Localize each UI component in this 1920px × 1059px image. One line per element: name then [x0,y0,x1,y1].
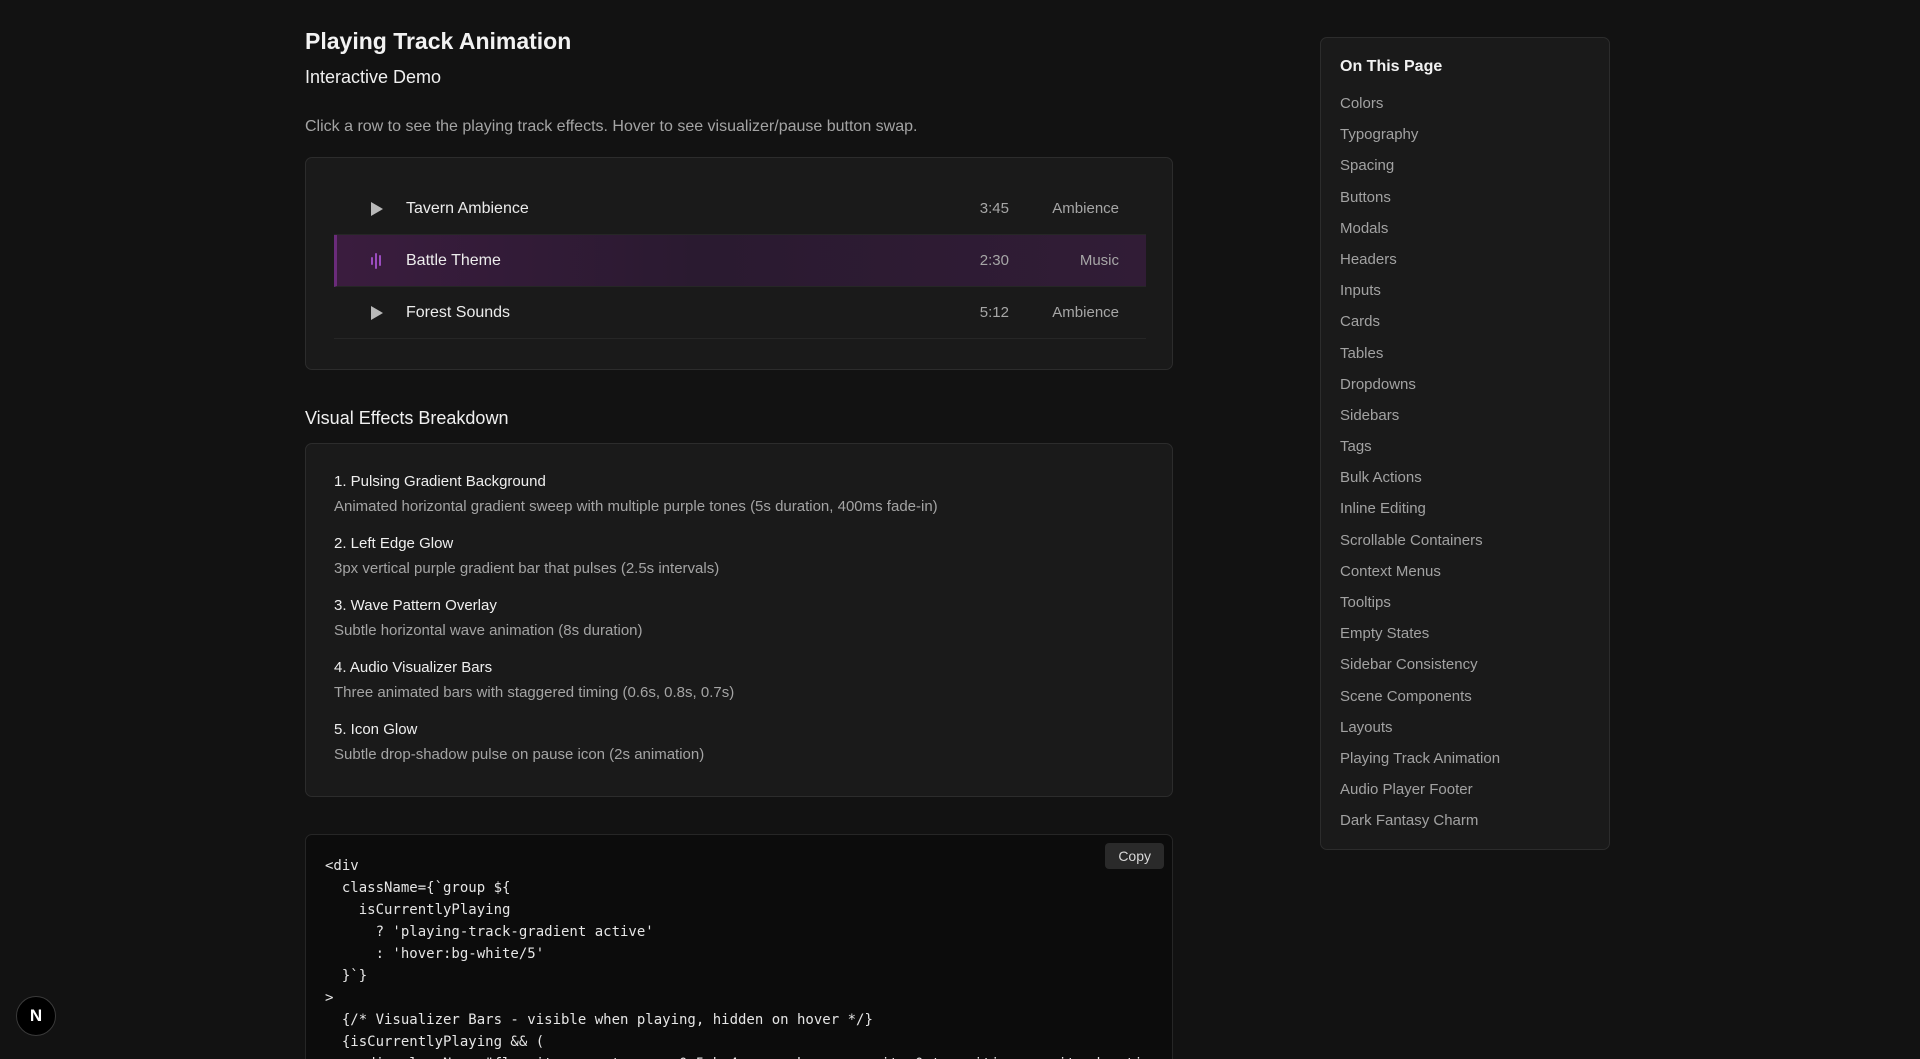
toc-item[interactable]: Sidebar Consistency [1340,656,1500,687]
effect-description: Subtle horizontal wave animation (8s dur… [334,622,643,639]
toc-item[interactable]: Scene Components [1340,688,1500,719]
effect-title: 5. Icon Glow [334,721,418,738]
effect-description: 3px vertical purple gradient bar that pu… [334,560,720,577]
demo-description: Click a row to see the playing track eff… [305,118,918,135]
effect-item: 5. Icon Glow Subtle drop-shadow pulse on… [334,721,704,763]
effect-title: 3. Wave Pattern Overlay [334,597,497,614]
toc-item[interactable]: Context Menus [1340,563,1500,594]
toc-item[interactable]: Headers [1340,251,1500,282]
effect-title: 2. Left Edge Glow [334,535,454,552]
effects-heading: Visual Effects Breakdown [305,408,509,428]
demo-heading: Interactive Demo [305,67,442,87]
toc-item[interactable]: Spacing [1340,157,1500,188]
page-title: Playing Track Animation [305,28,572,54]
effects-card: 1. Pulsing Gradient Background Animated … [305,443,1173,797]
track-row[interactable]: Tavern Ambience 3:45 Ambience [334,183,1146,235]
toc-title: On This Page [1340,58,1443,75]
toc-item[interactable]: Dropdowns [1340,376,1500,407]
toc-item[interactable]: Tables [1340,345,1500,376]
copy-button[interactable]: Copy [1105,843,1164,869]
toc-item[interactable]: Inline Editing [1340,500,1500,531]
play-icon[interactable] [368,201,384,217]
toc-item[interactable]: Scrollable Containers [1340,532,1500,563]
track-duration: 5:12 [979,304,1009,321]
track-genre: Ambience [1052,304,1119,321]
toc-item[interactable]: Playing Track Animation [1340,750,1500,781]
toc-list: Colors Typography Spacing Buttons Modals Head… [1340,95,1500,844]
effect-description: Three animated bars with staggered timin… [334,684,735,701]
toc-item[interactable]: Bulk Actions [1340,469,1500,500]
track-title: Tavern Ambience [406,199,529,217]
toc-item[interactable]: Colors [1340,95,1500,126]
toc-item[interactable]: Inputs [1340,282,1500,313]
demo-card: Tavern Ambience 3:45 Ambience Battle The… [305,157,1173,370]
track-genre: Music [1079,252,1119,269]
toc-item[interactable]: Tags [1340,438,1500,469]
toc-item[interactable]: Sidebars [1340,407,1500,438]
effect-item: 1. Pulsing Gradient Background Animated … [334,473,938,515]
toc-item[interactable]: Dark Fantasy Charm [1340,812,1500,843]
toc-item[interactable]: Modals [1340,220,1500,251]
play-icon[interactable] [368,305,384,321]
effect-title: 4. Audio Visualizer Bars [334,659,493,676]
table-of-contents: On This Page Colors Typography Spacing Butt… [1320,37,1610,850]
track-title: Battle Theme [406,251,501,269]
effect-item: 3. Wave Pattern Overlay Subtle horizonta… [334,597,643,639]
toc-item[interactable]: Empty States [1340,625,1500,656]
track-duration: 3:45 [979,200,1009,217]
toc-item[interactable]: Typography [1340,126,1500,157]
track-title: Forest Sounds [406,303,511,321]
track-row-playing[interactable]: Battle Theme 2:30 Music [334,235,1146,287]
visualizer-icon[interactable] [368,252,384,269]
effect-item: 4. Audio Visualizer Bars Three animated … [334,659,734,701]
effect-description: Animated horizontal gradient sweep with … [334,498,938,515]
toc-item[interactable]: Layouts [1340,719,1500,750]
effect-title: 1. Pulsing Gradient Background [334,473,546,490]
toc-item[interactable]: Buttons [1340,189,1500,220]
effect-item: 2. Left Edge Glow 3px vertical purple gr… [334,535,719,577]
code-content: <div className={`group ${ isCurrentlyPla… [325,858,1159,1059]
track-genre: Ambience [1052,200,1119,217]
effect-description: Subtle drop-shadow pulse on pause icon (… [334,746,705,763]
page: Playing Track Animation Interactive Demo… [0,0,1920,1059]
code-block: <div className={`group ${ isCurrentlyPla… [305,834,1173,1059]
toc-item[interactable]: Tooltips [1340,594,1500,625]
badge-label: N [29,1006,43,1025]
track-duration: 2:30 [979,252,1009,269]
track-list: Tavern Ambience 3:45 Ambience Battle The… [334,183,1146,339]
toc-item[interactable]: Cards [1340,313,1500,344]
track-row[interactable]: Forest Sounds 5:12 Ambience [334,287,1146,339]
toc-item[interactable]: Audio Player Footer [1340,781,1500,812]
nextjs-badge-icon[interactable]: N [16,996,56,1036]
